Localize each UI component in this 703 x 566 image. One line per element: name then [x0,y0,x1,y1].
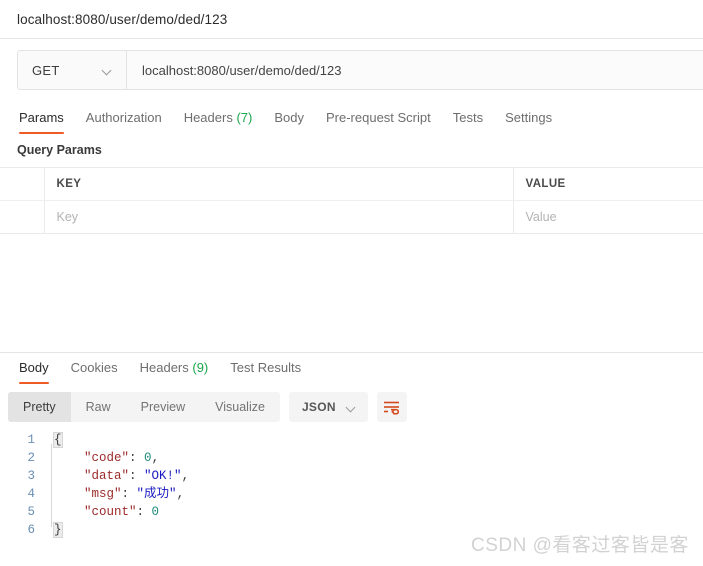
code-content[interactable]: { "code": 0, "data": "OK!", "msg": "成功",… [44,431,189,539]
response-body-viewer[interactable]: 1 2 3 4 5 6 { "code": 0, "data": "OK!", … [0,422,703,539]
json-colon: : [121,487,137,501]
code-line-1: { [53,431,189,449]
tab-test-results-label: Test Results [230,360,302,375]
wrap-text-button[interactable] [376,392,407,422]
code-fold-guide [51,444,52,527]
json-value-code: 0 [144,451,152,465]
params-empty-space [0,234,703,352]
url-input[interactable]: localhost:8080/user/demo/ded/123 [127,51,703,89]
tab-headers[interactable]: Headers (7) [173,110,264,134]
tab-pre-request-script[interactable]: Pre-request Script [315,110,442,134]
request-tabs: Params Authorization Headers (7) Body Pr… [0,101,703,134]
tab-params-label: Params [19,110,64,125]
chevron-down-icon [346,402,357,413]
table-header-key: KEY [44,167,513,201]
tab-test-results[interactable]: Test Results [219,360,312,384]
url-input-value: localhost:8080/user/demo/ded/123 [142,62,342,78]
tab-settings[interactable]: Settings [494,110,563,134]
watermark: CSDN @看客过客皆是客 [471,535,689,556]
tab-headers-count: (7) [236,110,253,125]
code-line-5: "count": 0 [54,503,189,521]
tab-response-cookies[interactable]: Cookies [60,360,129,384]
line-number: 6 [27,523,35,537]
tab-tests[interactable]: Tests [442,110,494,134]
json-close-brace: } [53,522,63,538]
view-mode-preview[interactable]: Preview [126,392,200,422]
tab-response-cookies-label: Cookies [70,360,118,375]
json-key-msg: "msg" [84,487,122,501]
request-url-row: GET localhost:8080/user/demo/ded/123 [0,39,703,101]
query-params-heading: Query Params [17,143,102,157]
tab-authorization[interactable]: Authorization [75,110,173,134]
tab-response-body-label: Body [19,360,49,375]
code-line-numbers: 1 2 3 4 5 6 [0,431,44,539]
response-language-select[interactable]: JSON [288,392,368,422]
table-header-row: KEY VALUE [0,167,703,201]
view-mode-raw[interactable]: Raw [71,392,126,422]
http-method-label: GET [32,62,60,78]
json-key-code: "code" [84,451,130,465]
response-format-toolbar: Pretty Raw Preview Visualize JSON [0,384,703,422]
view-mode-visualize-label: Visualize [215,400,265,414]
http-method-select[interactable]: GET [18,51,127,89]
request-url-bar: GET localhost:8080/user/demo/ded/123 [17,50,703,90]
json-comma: , [176,487,185,501]
tab-body[interactable]: Body [263,110,315,134]
chevron-down-icon [102,65,113,76]
tab-pre-request-script-label: Pre-request Script [325,110,431,125]
tab-headers-label: Headers [183,110,233,125]
query-params-table: KEY VALUE Key Value [0,167,703,234]
view-mode-pretty[interactable]: Pretty [8,392,71,422]
json-value-count: 0 [151,505,160,519]
param-key-input[interactable]: Key [44,200,513,234]
line-number: 3 [27,469,35,483]
tab-response-body[interactable]: Body [8,360,60,384]
code-line-2: "code": 0, [54,449,189,467]
tab-response-headers-label: Headers [139,360,189,375]
line-number: 1 [27,433,35,447]
json-open-brace: { [53,432,63,448]
tab-response-headers[interactable]: Headers (9) [129,360,220,384]
view-mode-preview-label: Preview [140,400,186,414]
table-header-value: VALUE [513,167,703,201]
json-colon: : [129,451,145,465]
row-checkbox-cell[interactable] [0,200,45,234]
code-line-3: "data": "OK!", [54,467,189,485]
tab-settings-label: Settings [505,110,553,125]
json-comma: , [151,451,160,465]
json-key-data: "data" [84,469,130,483]
tab-authorization-label: Authorization [85,110,162,125]
view-mode-pretty-label: Pretty [23,400,56,414]
code-line-4: "msg": "成功", [54,485,189,503]
response-view-mode-group: Pretty Raw Preview Visualize [8,392,280,422]
tab-tests-label: Tests [452,110,484,125]
table-row[interactable]: Key Value [0,200,703,234]
tab-response-headers-count: (9) [192,360,209,375]
tab-body-label: Body [274,110,304,125]
line-number: 2 [27,451,35,465]
json-value-msg: "成功" [136,487,177,501]
param-value-input[interactable]: Value [513,200,703,234]
response-tabs: Body Cookies Headers (9) Test Results [0,353,703,384]
response-language-label: JSON [301,400,336,414]
json-value-data: "OK!" [144,469,182,483]
view-mode-visualize[interactable]: Visualize [200,392,280,422]
window-title-bar: localhost:8080/user/demo/ded/123 [0,0,703,38]
json-colon: : [129,469,145,483]
json-comma: , [181,469,190,483]
wrap-text-icon [384,401,400,415]
table-header-checkbox-cell [0,167,45,201]
json-colon: : [136,505,152,519]
tab-params[interactable]: Params [8,110,75,134]
code-line-6: } [53,521,189,539]
line-number: 4 [27,487,35,501]
view-mode-raw-label: Raw [85,400,111,414]
json-key-count: "count" [84,505,137,519]
page-title: localhost:8080/user/demo/ded/123 [17,11,228,27]
line-number: 5 [27,505,35,519]
